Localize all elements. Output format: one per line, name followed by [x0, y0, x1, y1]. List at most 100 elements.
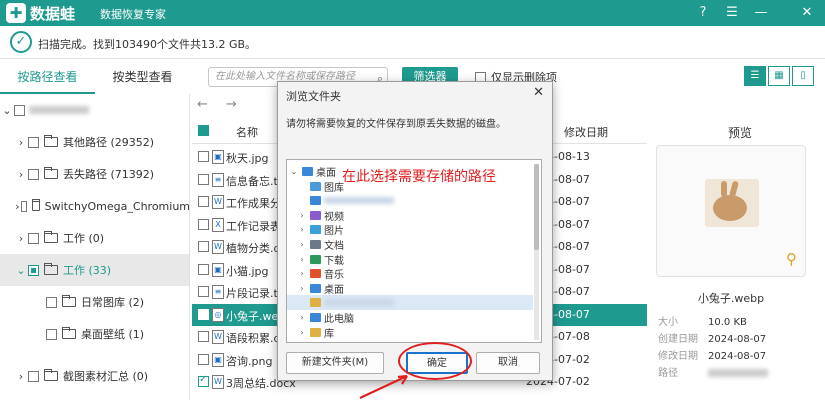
- chevron-right-icon[interactable]: ›: [297, 313, 307, 322]
- tree-checkbox[interactable]: [28, 168, 39, 180]
- tree-item[interactable]: › 丢失路径 (71392): [0, 158, 189, 190]
- file-type-icon: W: [212, 375, 224, 389]
- scan-status-bar: ✓ 扫描完成。找到103490个文件共13.2 GB。: [0, 26, 825, 59]
- chevron-right-icon[interactable]: ›: [297, 211, 307, 220]
- folder-tree-item[interactable]: › 此电脑: [287, 310, 533, 325]
- file-checkbox[interactable]: [198, 286, 209, 297]
- tree-item[interactable]: › 工作 (0): [0, 222, 189, 254]
- chevron-right-icon[interactable]: ›: [14, 136, 28, 149]
- tab-by-type[interactable]: 按类型查看: [95, 60, 190, 94]
- back-arrow-icon[interactable]: ←: [197, 97, 208, 112]
- chevron-right-icon[interactable]: ›: [14, 370, 28, 383]
- meta-created: 创建日期 2024-08-07: [658, 330, 766, 345]
- file-checkbox[interactable]: [198, 218, 209, 230]
- scan-complete-icon: ✓: [10, 31, 32, 53]
- zoom-icon[interactable]: ⚲: [786, 250, 797, 268]
- expand-arrow-icon[interactable]: ⌄: [0, 104, 14, 117]
- blurred-folder-label: [324, 299, 394, 307]
- grid-view-icon[interactable]: ▦: [768, 66, 790, 86]
- folder-tree-item[interactable]: [287, 295, 533, 311]
- tree-item-label: 工作 (0): [63, 232, 105, 245]
- tree-root[interactable]: ⌄: [0, 94, 189, 126]
- file-checkbox[interactable]: [198, 196, 209, 207]
- tree-checkbox[interactable]: [14, 104, 25, 116]
- folder-tree-item[interactable]: › 图片: [287, 222, 533, 237]
- tree-checkbox[interactable]: [28, 264, 39, 276]
- forward-arrow-icon[interactable]: →: [226, 97, 237, 112]
- select-all-checkbox[interactable]: [198, 125, 209, 136]
- folder-icon: [31, 199, 40, 211]
- tree-item[interactable]: › 其他路径 (29352): [0, 126, 189, 158]
- chevron-right-icon[interactable]: ›: [14, 232, 28, 245]
- chevron-right-icon[interactable]: ›: [297, 269, 307, 278]
- tree-checkbox[interactable]: [46, 296, 57, 308]
- tree-item-label: 其他路径 (29352): [63, 136, 155, 149]
- annotation-arrow-icon: [359, 374, 408, 399]
- chevron-right-icon[interactable]: ›: [14, 200, 21, 213]
- file-type-icon: X: [212, 217, 224, 232]
- folder-tree-item[interactable]: › 视频: [287, 208, 533, 223]
- file-checkbox[interactable]: [198, 374, 209, 387]
- close-icon[interactable]: ✕: [533, 85, 544, 100]
- folder-tree-item[interactable]: › 音乐: [287, 266, 533, 281]
- folder-icon: [310, 196, 321, 206]
- folder-icon: [310, 283, 321, 293]
- folder-tree-item[interactable]: › 库: [287, 325, 533, 340]
- tree-item[interactable]: › 截图素材汇总 (0): [0, 360, 189, 392]
- minimize-icon[interactable]: —: [751, 3, 771, 23]
- tree-checkbox[interactable]: [28, 136, 39, 148]
- tree-checkbox[interactable]: [28, 370, 39, 382]
- close-icon[interactable]: ✕: [797, 3, 817, 23]
- tree-checkbox[interactable]: [20, 200, 27, 212]
- chevron-right-icon[interactable]: ›: [297, 240, 307, 249]
- folder-tree-item[interactable]: › 桌面: [287, 281, 533, 296]
- folder-icon: [310, 240, 321, 249]
- tab-by-path[interactable]: 按路径查看: [0, 60, 95, 94]
- help-icon[interactable]: ?: [693, 3, 713, 23]
- folder-icon: [44, 369, 58, 381]
- folder-label: 桌面: [324, 284, 344, 296]
- dialog-scrollbar[interactable]: [534, 164, 539, 340]
- chevron-right-icon[interactable]: ›: [297, 225, 307, 234]
- column-modified-date[interactable]: 修改日期: [564, 124, 608, 140]
- file-type-icon: W: [212, 240, 224, 254]
- file-checkbox[interactable]: [198, 331, 209, 342]
- tree-checkbox[interactable]: [28, 232, 39, 244]
- scrollbar-thumb[interactable]: [534, 164, 539, 250]
- file-type-icon: W: [212, 330, 224, 344]
- folder-label: 视频: [324, 211, 344, 223]
- folder-icon: [44, 167, 58, 179]
- file-type-icon: W: [212, 195, 224, 209]
- file-checkbox[interactable]: [198, 353, 209, 365]
- tree-item[interactable]: 日常图库 (2): [0, 286, 189, 318]
- file-checkbox[interactable]: [198, 308, 209, 320]
- folder-label: 文档: [324, 241, 344, 252]
- detail-view-icon[interactable]: ▯: [792, 66, 814, 86]
- folder-tree-item[interactable]: › 下载: [287, 252, 533, 267]
- file-checkbox[interactable]: [198, 263, 209, 275]
- tree-item[interactable]: › SwitchyOmega_Chromium: [0, 190, 189, 222]
- chevron-right-icon[interactable]: ›: [297, 255, 307, 264]
- list-view-icon[interactable]: ☰: [744, 66, 766, 86]
- folder-tree-item[interactable]: [287, 193, 533, 208]
- chevron-right-icon[interactable]: ›: [297, 284, 307, 293]
- chevron-down-icon[interactable]: ⌄: [289, 167, 299, 176]
- title-bar: ✚ 数据蛙 数据恢复专家 ? ☰ — ✕: [0, 0, 825, 26]
- meta-modified: 修改日期 2024-08-07: [658, 347, 766, 362]
- file-checkbox[interactable]: [198, 173, 209, 185]
- tree-item-selected[interactable]: ⌄ 工作 (33): [0, 254, 189, 286]
- bunny-body-shape: [713, 195, 747, 221]
- column-name[interactable]: 名称: [236, 124, 258, 140]
- chevron-right-icon[interactable]: ›: [297, 328, 307, 337]
- chevron-right-icon[interactable]: ›: [14, 168, 28, 181]
- file-checkbox[interactable]: [198, 151, 209, 162]
- tree-checkbox[interactable]: [46, 328, 57, 340]
- cancel-button[interactable]: 取消: [476, 352, 540, 374]
- chevron-down-icon[interactable]: ⌄: [14, 264, 28, 277]
- file-checkbox[interactable]: [198, 241, 209, 252]
- folder-icon: [310, 269, 321, 279]
- menu-icon[interactable]: ☰: [722, 3, 742, 23]
- folder-tree-item[interactable]: › 文档: [287, 237, 533, 252]
- tree-item[interactable]: 桌面壁纸 (1): [0, 318, 189, 350]
- meta-path: 路径: [658, 364, 768, 379]
